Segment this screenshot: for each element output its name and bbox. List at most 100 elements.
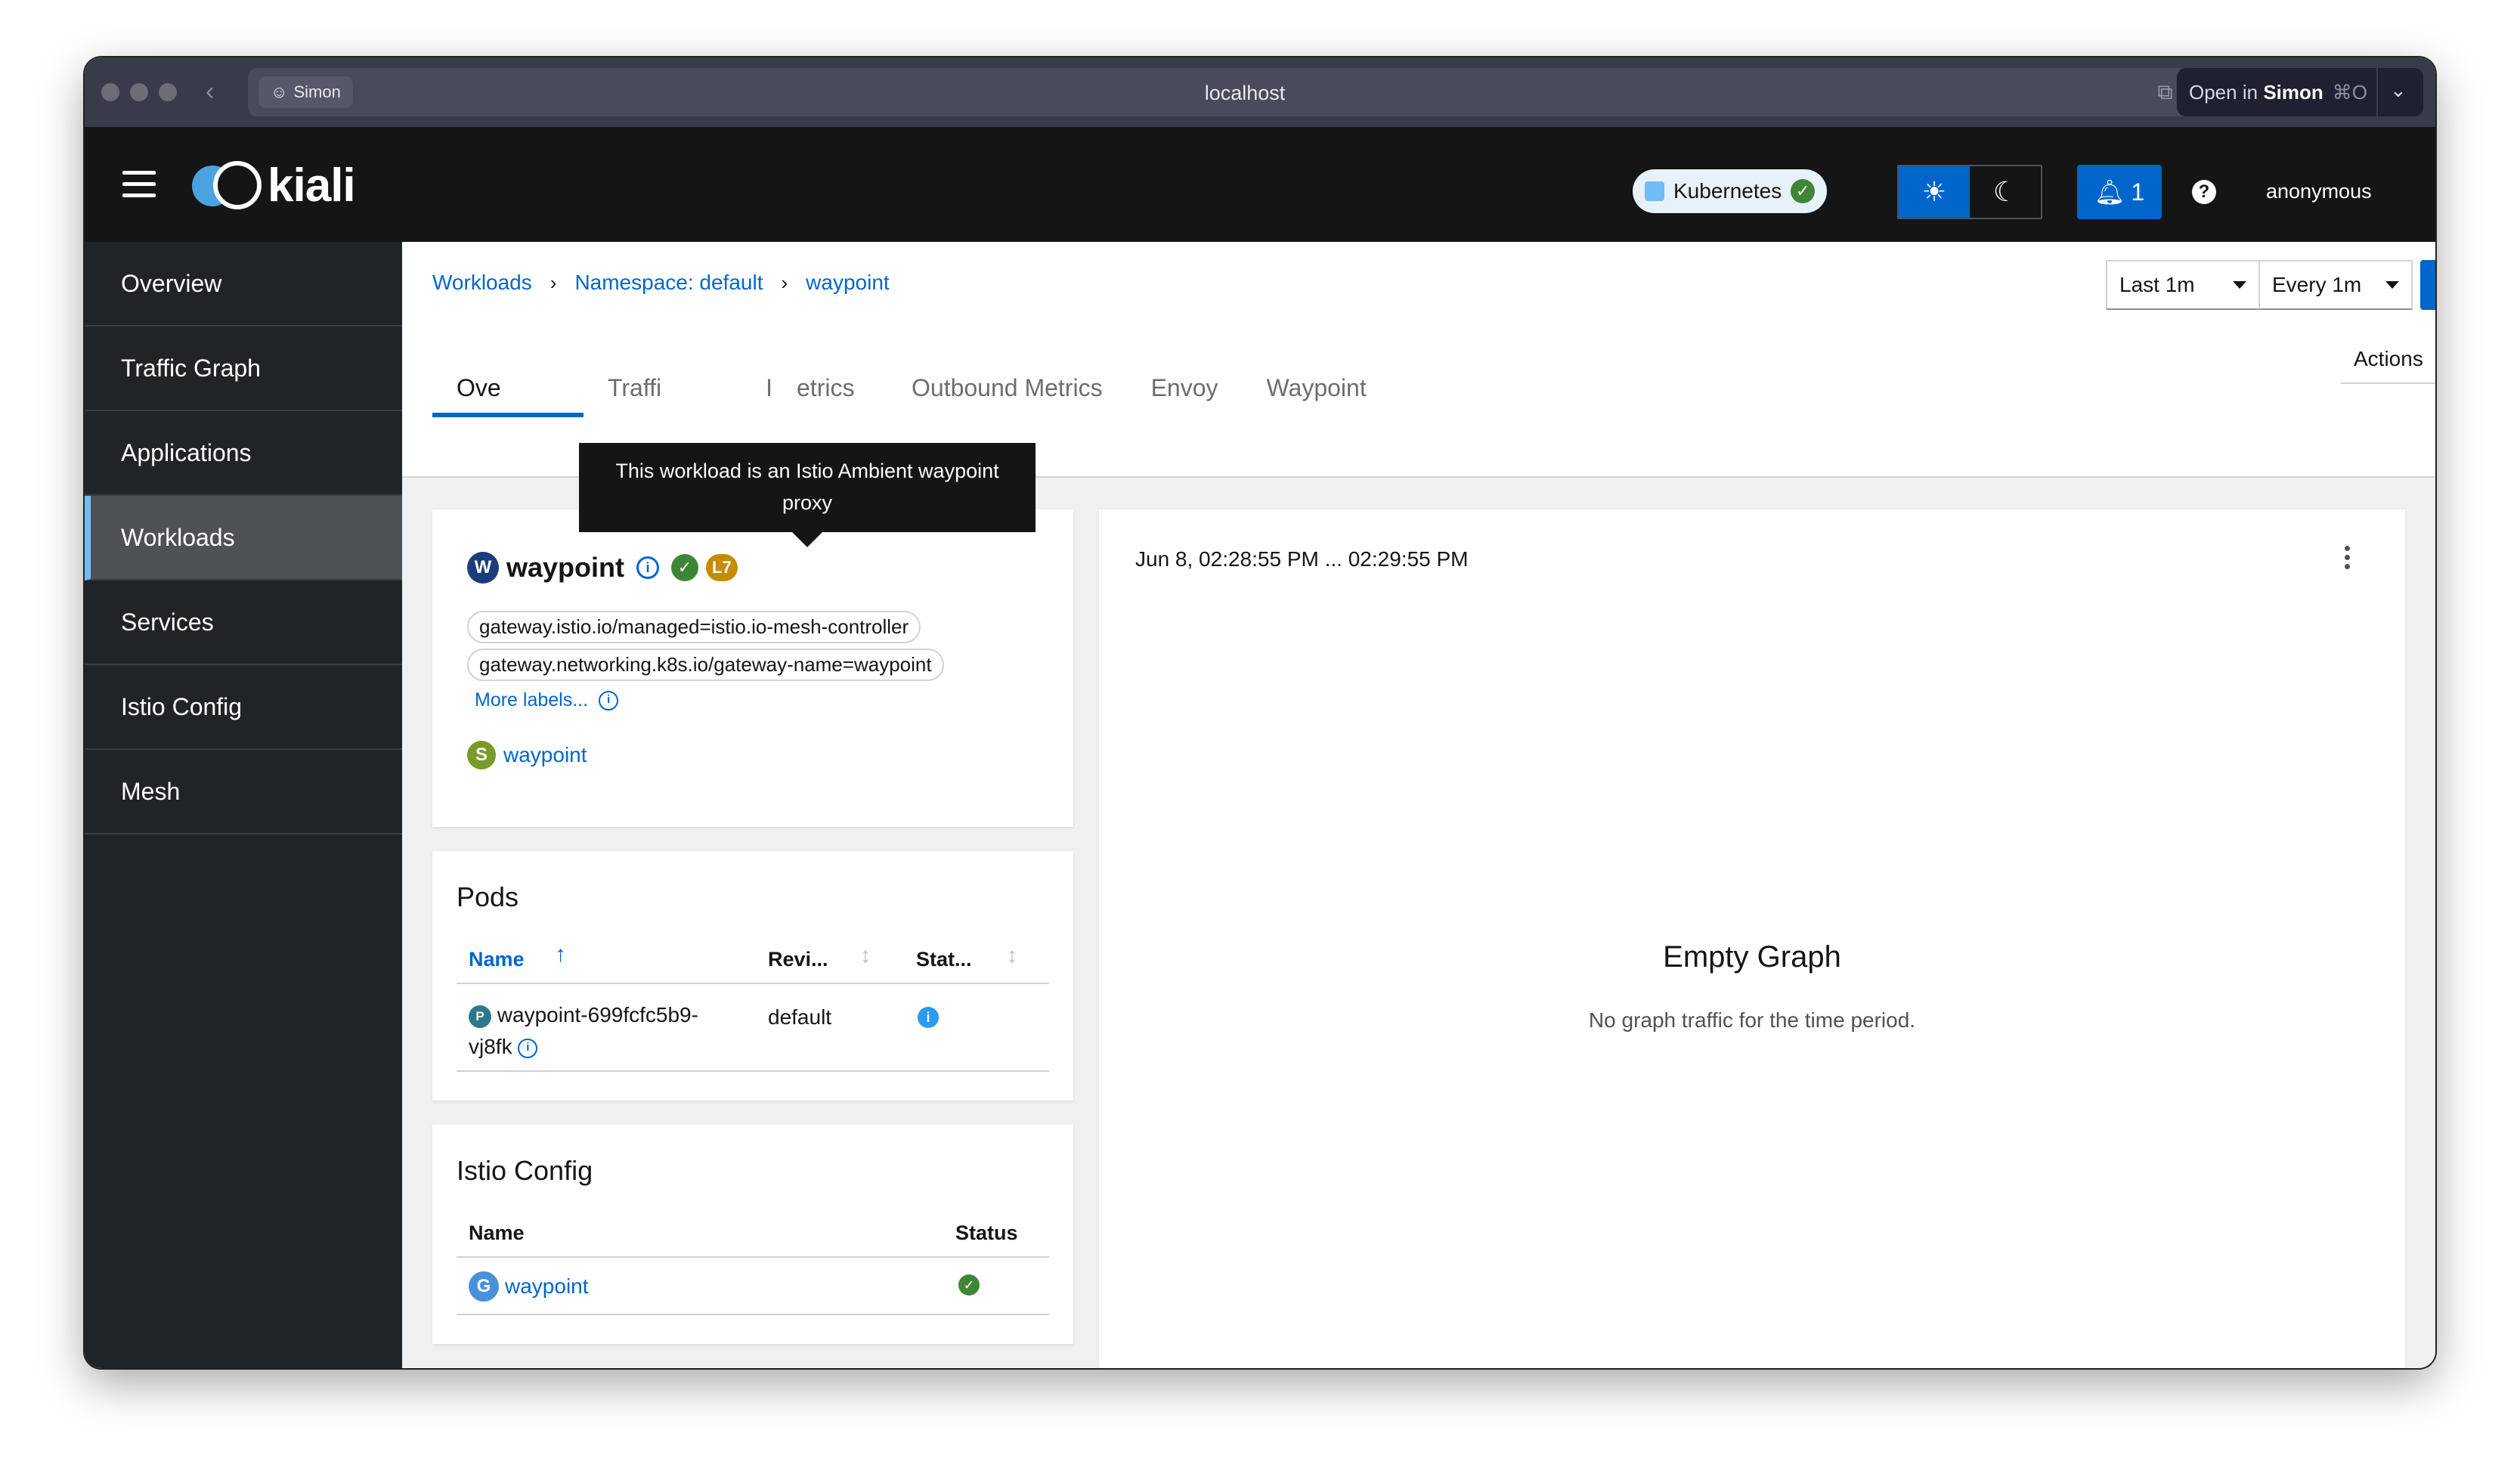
breadcrumb-workloads[interactable]: Workloads — [432, 271, 532, 295]
tooltip-line-2: proxy — [782, 491, 833, 514]
caret-down-icon — [2233, 281, 2246, 289]
info-icon[interactable]: i — [518, 1038, 538, 1058]
actions-dropdown[interactable]: Actions — [2340, 334, 2435, 384]
info-icon[interactable]: i — [599, 690, 619, 711]
refresh-button[interactable]: ⟳ — [2420, 260, 2435, 310]
istio-config-title: Istio Config — [457, 1155, 593, 1186]
label-chip: gateway.istio.io/managed=istio.io-mesh-c… — [467, 611, 921, 643]
pods-table-header: Name ↑ Revi... ↕ Stat... ↕ — [457, 931, 1049, 984]
tab-bar: Ove Traffi I etrics Outbound Metrics Env… — [432, 369, 1391, 417]
moon-icon[interactable]: ☾ — [1970, 166, 2041, 218]
tab-overview[interactable]: Ove — [432, 369, 584, 417]
pods-title: Pods — [457, 881, 519, 912]
sidebar-item-overview[interactable]: Overview — [85, 242, 402, 327]
check-circle-icon: ✓ — [958, 1274, 980, 1296]
pods-card: Pods Name ↑ Revi... ↕ Stat... ↕ P waypoi… — [432, 851, 1073, 1101]
pod-badge: P — [469, 1005, 491, 1028]
istio-config-card: Istio Config Name Status G waypoint ✓ — [432, 1125, 1073, 1344]
refresh-interval-dropdown[interactable]: Every 1m — [2258, 260, 2413, 310]
info-icon[interactable]: i — [636, 556, 660, 579]
breadcrumb-workload[interactable]: waypoint — [806, 271, 890, 295]
check-circle-icon: ✓ — [1791, 179, 1816, 203]
sort-icon[interactable]: ↕ — [1007, 943, 1017, 968]
masthead: kiali Kubernetes ✓ ☀ ☾ 🔔︎ 1 ? anonymous — [85, 127, 2435, 242]
kebab-menu-icon[interactable] — [2345, 546, 2351, 569]
tab-inbound-metrics[interactable]: etrics — [797, 369, 887, 417]
back-chevron-icon[interactable]: ‹ — [206, 77, 214, 107]
caret-down-icon — [2385, 281, 2399, 289]
help-icon[interactable]: ? — [2192, 180, 2216, 204]
chevron-down-icon[interactable]: ⌄ — [2390, 79, 2407, 102]
actions-label: Actions — [2354, 347, 2423, 370]
column-revision[interactable]: Revi... — [768, 948, 828, 971]
graph-card: Jun 8, 02:28:55 PM ... 02:29:55 PM Empty… — [1099, 509, 2405, 1368]
kiali-logo-icon — [192, 160, 262, 211]
tab-inbound-metrics-partial[interactable]: I — [698, 369, 797, 417]
sort-up-icon[interactable]: ↑ — [555, 942, 566, 968]
column-status[interactable]: Stat... — [916, 948, 972, 971]
tooltip: This workload is an Istio Ambient waypoi… — [579, 443, 1036, 547]
notifications-count: 1 — [2131, 178, 2145, 206]
breadcrumb-namespace[interactable]: Namespace: default — [574, 271, 763, 295]
theme-toggle[interactable]: ☀ ☾ — [1897, 165, 2042, 219]
service-link[interactable]: waypoint — [503, 743, 587, 767]
main-content: Workloads › Namespace: default › waypoin… — [402, 242, 2435, 1368]
logo-text: kiali — [268, 159, 356, 212]
pod-name-line2[interactable]: vj8fk — [469, 1035, 512, 1058]
refresh-interval-value: Every 1m — [2272, 273, 2362, 296]
config-link[interactable]: waypoint — [505, 1274, 589, 1299]
service-badge: S — [467, 741, 496, 769]
url-bar[interactable]: ☺ Simon localhost ⧉ 🔗︎ — [248, 68, 2242, 116]
workload-badge: W — [467, 552, 499, 584]
check-circle-icon: ✓ — [671, 554, 699, 581]
tab-envoy[interactable]: Envoy — [1127, 369, 1243, 417]
graph-time-range: Jun 8, 02:28:55 PM ... 02:29:55 PM — [1135, 547, 1469, 571]
label-chip: gateway.networking.k8s.io/gateway-name=w… — [467, 649, 944, 681]
browser-window: ‹ ☺ Simon localhost ⧉ 🔗︎ Open in Simon ⌘… — [85, 57, 2435, 1368]
open-in-label: Open in — [2189, 80, 2258, 104]
kiali-logo[interactable]: kiali — [192, 159, 356, 212]
browser-chrome: ‹ ☺ Simon localhost ⧉ 🔗︎ Open in Simon ⌘… — [85, 57, 2435, 127]
empty-graph-title: Empty Graph — [1663, 940, 1841, 974]
column-name: Name — [469, 1221, 525, 1244]
tab-outbound-metrics[interactable]: Outbound Metrics — [887, 369, 1127, 417]
sidebar-nav: Overview Traffic Graph Applications Work… — [85, 242, 402, 1368]
column-name[interactable]: Name — [469, 948, 525, 971]
sidebar-item-istio-config[interactable]: Istio Config — [85, 665, 402, 750]
tab-traffic[interactable]: Traffi — [584, 369, 698, 417]
sidebar-item-services[interactable]: Services — [85, 581, 402, 665]
duration-value: Last 1m — [2119, 273, 2195, 296]
user-menu[interactable]: anonymous — [2266, 180, 2372, 203]
open-in-name: Simon — [2263, 80, 2323, 104]
window-minimize-dot[interactable] — [130, 83, 148, 101]
tab-waypoint[interactable]: Waypoint — [1243, 369, 1391, 417]
window-close-dot[interactable] — [101, 83, 119, 101]
sidebar-item-mesh[interactable]: Mesh — [85, 750, 402, 834]
chevron-right-icon: › — [550, 271, 557, 294]
sun-icon[interactable]: ☀ — [1899, 166, 1970, 218]
url-text: localhost — [1204, 82, 1286, 104]
hamburger-menu-icon[interactable] — [122, 171, 156, 205]
chevron-right-icon: › — [781, 271, 788, 294]
sidebar-item-traffic-graph[interactable]: Traffic Graph — [85, 327, 402, 411]
sidebar-item-workloads[interactable]: Workloads — [85, 496, 402, 581]
more-labels-link[interactable]: More labels... — [475, 689, 588, 711]
cast-icon[interactable]: ⧉ — [2157, 80, 2172, 105]
duration-dropdown[interactable]: Last 1m — [2106, 260, 2260, 310]
status-info-icon[interactable]: i — [918, 1007, 939, 1028]
sidebar-item-applications[interactable]: Applications — [85, 411, 402, 496]
sort-icon[interactable]: ↕ — [860, 943, 871, 968]
pod-name-line1[interactable]: waypoint-699fcfc5b9- — [497, 1003, 698, 1026]
gateway-badge: G — [469, 1271, 499, 1302]
open-in-button[interactable]: Open in Simon ⌘O ⌄ — [2177, 68, 2423, 116]
empty-graph-text: No graph traffic for the time period. — [1588, 1008, 1916, 1032]
notifications-button[interactable]: 🔔︎ 1 — [2077, 165, 2162, 219]
breadcrumb: Workloads › Namespace: default › waypoin… — [432, 271, 890, 295]
cluster-badge[interactable]: Kubernetes ✓ — [1633, 169, 1828, 213]
istio-config-table-header: Name Status — [457, 1205, 1049, 1258]
workload-info-card: W waypoint i ✓ L7 gateway.istio.io/manag… — [432, 509, 1073, 827]
server-icon — [1645, 181, 1664, 201]
l7-badge[interactable]: L7 — [706, 554, 738, 581]
workload-name: waypoint — [506, 552, 625, 583]
window-zoom-dot[interactable] — [159, 83, 177, 101]
